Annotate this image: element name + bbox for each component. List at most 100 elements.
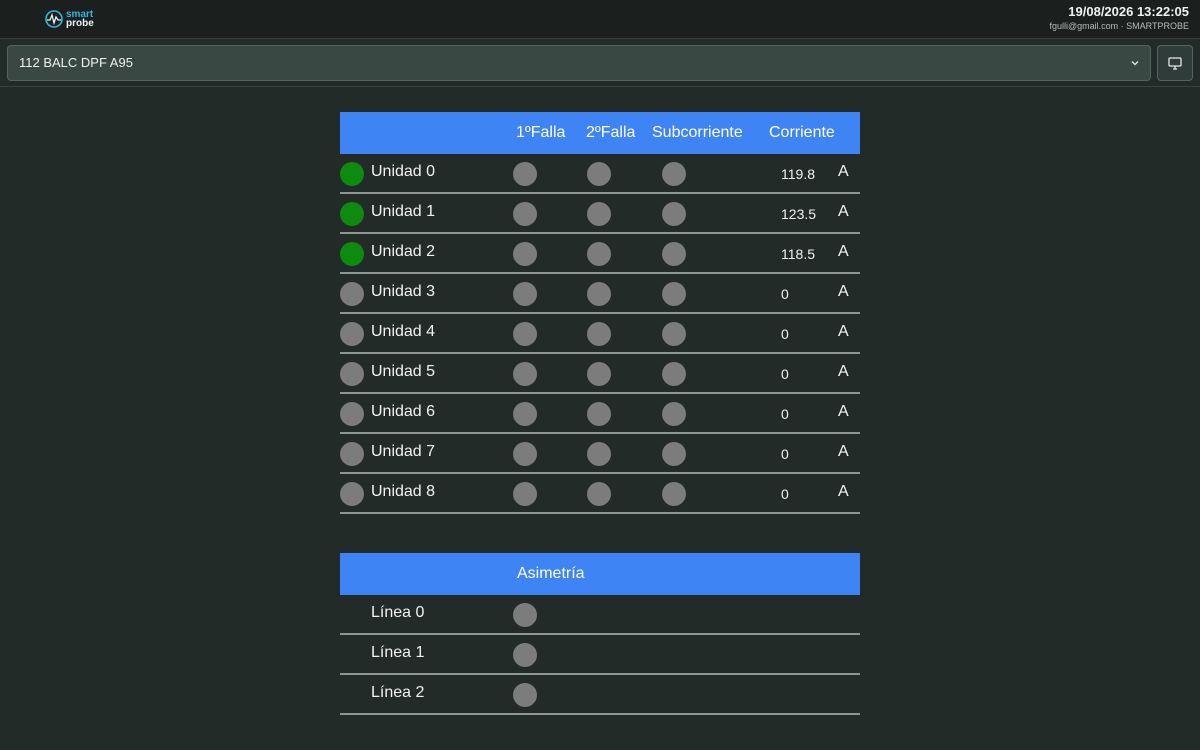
unit-status-indicator: [340, 202, 364, 226]
subcorriente-indicator: [662, 282, 686, 306]
corriente-value: 0: [781, 406, 789, 422]
unit-label: Unidad 2: [371, 243, 436, 260]
corriente-value: 0: [781, 366, 789, 382]
line-label: Línea 1: [371, 644, 425, 661]
corriente-value: 0: [781, 286, 789, 302]
unit-row: Unidad 3 0 A: [340, 274, 860, 314]
corriente-value: 119.8: [781, 166, 815, 182]
falla2-indicator: [587, 322, 611, 346]
corriente-unit: A: [838, 163, 849, 180]
units-table: 1ºFalla 2ºFalla Subcorriente Corriente U…: [340, 112, 860, 514]
unit-label: Unidad 6: [371, 403, 436, 420]
corriente-unit: A: [838, 483, 849, 500]
asymmetry-indicator: [513, 603, 537, 627]
unit-row: Unidad 2 118.5 A: [340, 234, 860, 274]
falla2-indicator: [587, 242, 611, 266]
falla1-indicator: [513, 442, 537, 466]
falla1-indicator: [513, 322, 537, 346]
falla2-indicator: [587, 162, 611, 186]
asymmetry-table: Asimetría Línea 0 Línea 1 Línea 2: [340, 553, 860, 715]
falla1-indicator: [513, 482, 537, 506]
corriente-unit: A: [838, 403, 849, 420]
device-select[interactable]: 112 BALC DPF A95: [7, 45, 1151, 81]
unit-row: Unidad 0 119.8 A: [340, 154, 860, 194]
unit-row: Unidad 1 123.5 A: [340, 194, 860, 234]
unit-row: Unidad 7 0 A: [340, 434, 860, 474]
falla1-indicator: [513, 202, 537, 226]
unit-status-indicator: [340, 362, 364, 386]
corriente-value: 0: [781, 446, 789, 462]
header-corriente: Corriente: [769, 124, 835, 141]
unit-label: Unidad 0: [371, 163, 436, 180]
corriente-value: 118.5: [781, 246, 815, 262]
unit-label: Unidad 1: [371, 203, 436, 220]
wave-logo-icon: [45, 10, 63, 28]
corriente-value: 0: [781, 326, 789, 342]
asymmetry-indicator: [513, 683, 537, 707]
subcorriente-indicator: [662, 482, 686, 506]
asymmetry-row: Línea 1: [340, 635, 860, 675]
line-label: Línea 0: [371, 604, 425, 621]
falla2-indicator: [587, 202, 611, 226]
falla2-indicator: [587, 402, 611, 426]
corriente-unit: A: [838, 323, 849, 340]
header-falla2: 2ºFalla: [586, 124, 636, 141]
subcorriente-indicator: [662, 402, 686, 426]
corriente-unit: A: [838, 443, 849, 460]
corriente-unit: A: [838, 283, 849, 300]
falla2-indicator: [587, 442, 611, 466]
datetime: 19/08/2026 13:22:05: [1068, 4, 1189, 19]
falla1-indicator: [513, 282, 537, 306]
unit-status-indicator: [340, 162, 364, 186]
unit-row: Unidad 8 0 A: [340, 474, 860, 514]
asymmetry-table-header: Asimetría: [340, 553, 860, 595]
unit-label: Unidad 5: [371, 363, 436, 380]
unit-status-indicator: [340, 442, 364, 466]
line-label: Línea 2: [371, 684, 425, 701]
unit-status-indicator: [340, 322, 364, 346]
header-falla1: 1ºFalla: [516, 124, 566, 141]
header-subcorriente: Subcorriente: [652, 124, 743, 141]
monitor-icon: [1168, 56, 1182, 70]
corriente-value: 0: [781, 486, 789, 502]
unit-row: Unidad 6 0 A: [340, 394, 860, 434]
subcorriente-indicator: [662, 242, 686, 266]
units-table-header: 1ºFalla 2ºFalla Subcorriente Corriente: [340, 112, 860, 154]
header-asimetria: Asimetría: [517, 565, 585, 582]
subcorriente-indicator: [662, 442, 686, 466]
falla1-indicator: [513, 402, 537, 426]
device-select-value: 112 BALC DPF A95: [19, 55, 133, 70]
unit-row: Unidad 4 0 A: [340, 314, 860, 354]
corriente-unit: A: [838, 203, 849, 220]
logo-text-probe: probe: [66, 18, 94, 29]
asymmetry-row: Línea 2: [340, 675, 860, 715]
unit-status-indicator: [340, 242, 364, 266]
corriente-value: 123.5: [781, 206, 817, 222]
subcorriente-indicator: [662, 322, 686, 346]
subcorriente-indicator: [662, 362, 686, 386]
falla2-indicator: [587, 282, 611, 306]
unit-status-indicator: [340, 482, 364, 506]
corriente-unit: A: [838, 243, 849, 260]
corriente-unit: A: [838, 363, 849, 380]
top-bar: smart probe 19/08/2026 13:22:05 fgulli@g…: [0, 0, 1200, 39]
divider: [0, 86, 1200, 87]
falla1-indicator: [513, 162, 537, 186]
falla2-indicator: [587, 482, 611, 506]
unit-status-indicator: [340, 402, 364, 426]
asymmetry-indicator: [513, 643, 537, 667]
unit-label: Unidad 7: [371, 443, 436, 460]
subcorriente-indicator: [662, 162, 686, 186]
subcorriente-indicator: [662, 202, 686, 226]
unit-label: Unidad 8: [371, 483, 436, 500]
chevron-down-icon: [1131, 61, 1139, 66]
unit-label: Unidad 4: [371, 323, 436, 340]
smartprobe-logo[interactable]: smart probe: [44, 8, 94, 30]
monitor-button[interactable]: [1157, 45, 1193, 81]
falla1-indicator: [513, 242, 537, 266]
user-info: fgulli@gmail.com · SMARTPROBE: [1049, 21, 1190, 31]
unit-status-indicator: [340, 282, 364, 306]
unit-row: Unidad 5 0 A: [340, 354, 860, 394]
unit-label: Unidad 3: [371, 283, 436, 300]
falla1-indicator: [513, 362, 537, 386]
